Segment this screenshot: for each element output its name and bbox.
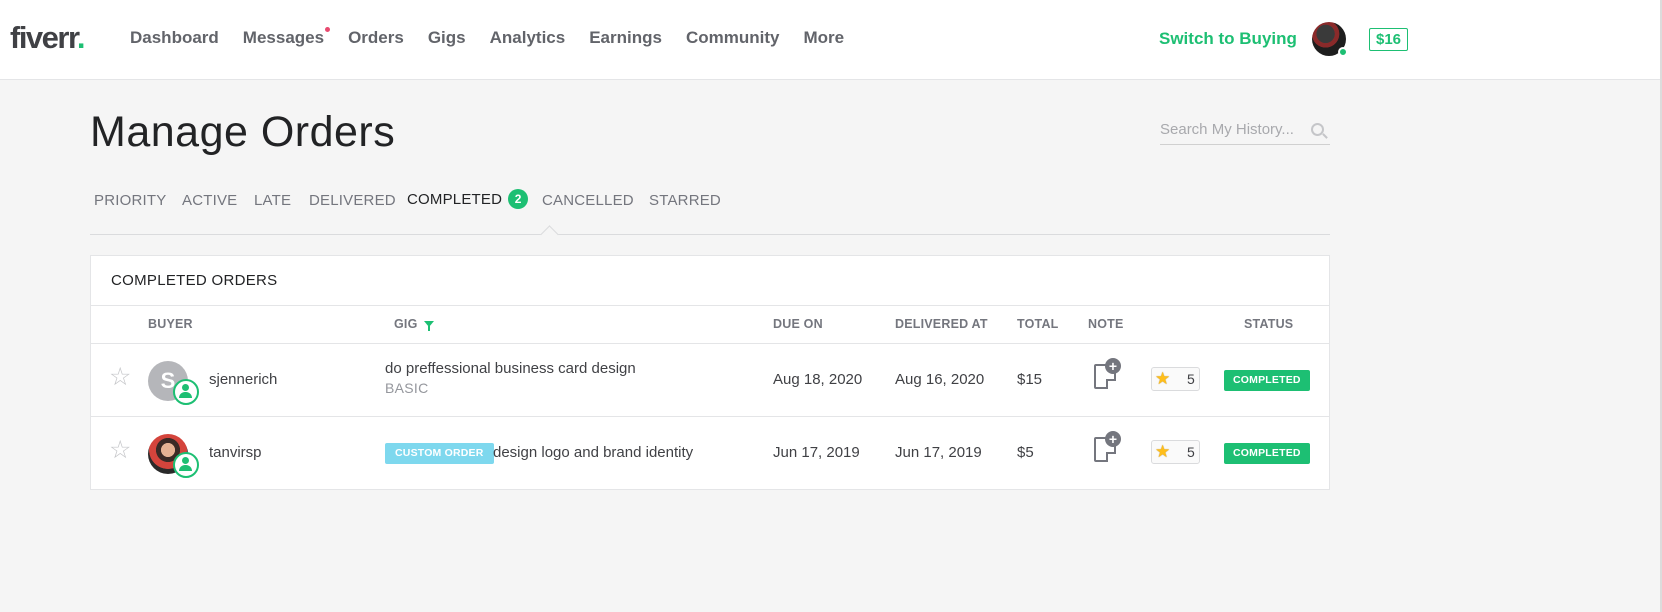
rating-value: 5 [1187, 444, 1195, 460]
rating-star-icon: ★ [1155, 442, 1171, 461]
delivered-at-date: Aug 16, 2020 [895, 371, 985, 388]
status-badge: COMPLETED [1224, 443, 1310, 464]
due-on-date: Aug 18, 2020 [773, 371, 863, 388]
buyer-name[interactable]: tanvirsp [209, 444, 262, 461]
completed-count-badge: 2 [508, 189, 529, 209]
rating-badge: ★ 5 [1151, 367, 1200, 391]
divider [91, 305, 1329, 306]
repeat-buyer-icon [173, 452, 199, 478]
filter-icon[interactable] [423, 321, 434, 331]
tab-starred[interactable]: STARRED [649, 192, 721, 209]
search-history [1160, 118, 1330, 145]
nav-dashboard[interactable]: Dashboard [130, 28, 219, 48]
user-avatar[interactable] [1312, 22, 1348, 57]
column-header-status: STATUS [1244, 317, 1294, 331]
rating-star-icon: ★ [1155, 369, 1171, 388]
add-note-plus-icon[interactable]: + [1105, 431, 1121, 447]
completed-orders-table: COMPLETED ORDERS BUYER GIG DUE ON DELIVE… [90, 255, 1330, 490]
custom-order-badge: CUSTOM ORDER [385, 443, 494, 464]
table-row[interactable]: ☆ S sjennerich do preffessional business… [91, 344, 1329, 416]
logo-dot: . [76, 20, 86, 55]
nav-orders[interactable]: Orders [348, 28, 404, 48]
online-status-dot [1338, 47, 1348, 57]
nav-earnings[interactable]: Earnings [589, 28, 662, 48]
nav-messages[interactable]: Messages [242, 27, 331, 48]
table-title: COMPLETED ORDERS [111, 272, 278, 289]
gig-title[interactable]: design logo and brand identity [493, 444, 693, 461]
delivered-at-date: Jun 17, 2019 [895, 444, 982, 461]
tab-delivered[interactable]: DELIVERED [309, 192, 396, 209]
switch-to-buying-link[interactable]: Switch to Buying [1159, 29, 1297, 49]
column-header-note: NOTE [1088, 317, 1124, 331]
tab-completed[interactable]: COMPLETED 2 [407, 189, 529, 210]
tab-cancelled[interactable]: CANCELLED [542, 192, 634, 209]
tab-priority[interactable]: PRIORITY [94, 192, 166, 209]
column-header-gig: GIG [394, 317, 434, 331]
column-header-gig-label: GIG [394, 317, 418, 331]
gig-title[interactable]: do preffessional business card design [385, 360, 636, 377]
unread-indicator-dot [325, 27, 331, 32]
fiverr-logo[interactable]: fiverr. [10, 20, 86, 56]
nav-messages-label: Messages [242, 28, 325, 47]
column-header-due-on: DUE ON [773, 317, 823, 331]
rating-badge: ★ 5 [1151, 440, 1200, 464]
star-toggle-icon[interactable]: ☆ [109, 365, 131, 390]
tab-completed-label: COMPLETED [407, 190, 503, 208]
page-title: Manage Orders [90, 108, 396, 156]
star-toggle-icon[interactable]: ☆ [109, 438, 131, 463]
nav-gigs[interactable]: Gigs [428, 28, 466, 48]
tab-late[interactable]: LATE [254, 192, 291, 209]
nav-analytics[interactable]: Analytics [490, 28, 566, 48]
top-header: fiverr. Dashboard Messages Orders Gigs A… [0, 0, 1662, 80]
rating-value: 5 [1187, 371, 1195, 387]
column-header-buyer: BUYER [148, 317, 193, 331]
nav-more[interactable]: More [803, 28, 844, 48]
column-header-total: TOTAL [1017, 317, 1059, 331]
search-input[interactable] [1160, 118, 1295, 140]
search-icon[interactable] [1311, 123, 1324, 136]
order-status-tabs: PRIORITY ACTIVE LATE DELIVERED COMPLETED… [90, 189, 1330, 244]
nav-community[interactable]: Community [686, 28, 780, 48]
tab-active[interactable]: ACTIVE [182, 192, 237, 209]
order-total: $15 [1017, 371, 1043, 388]
active-tab-caret [540, 225, 559, 244]
gig-package: BASIC [385, 380, 429, 396]
due-on-date: Jun 17, 2019 [773, 444, 860, 461]
order-total: $5 [1017, 444, 1034, 461]
logo-text: fiverr [10, 20, 78, 55]
column-header-delivered-at: DELIVERED AT [895, 317, 988, 331]
table-row[interactable]: ☆ tanvirsp CUSTOM ORDER design logo and … [91, 417, 1329, 489]
add-note-plus-icon[interactable]: + [1105, 358, 1121, 374]
balance-badge[interactable]: $16 [1369, 28, 1409, 51]
main-nav: Dashboard Messages Orders Gigs Analytics… [130, 27, 868, 48]
repeat-buyer-icon [173, 379, 199, 405]
buyer-name[interactable]: sjennerich [209, 371, 277, 388]
status-badge: COMPLETED [1224, 370, 1310, 391]
